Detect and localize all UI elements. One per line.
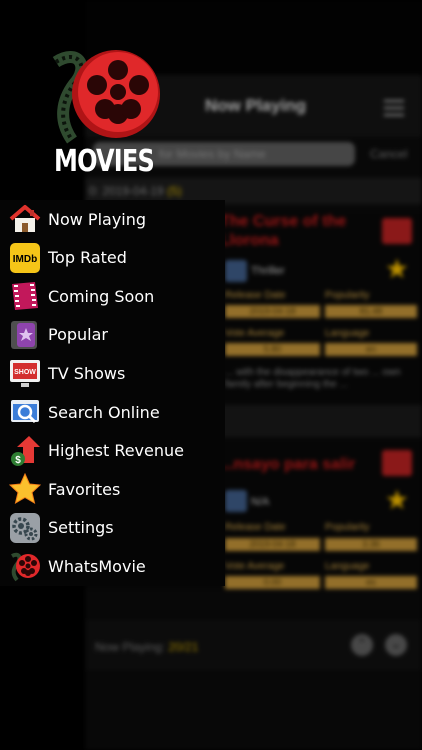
calendar-icon[interactable]: [382, 450, 412, 476]
menu-item-label: Top Rated: [48, 248, 127, 268]
cancel-button[interactable]: Cancel: [370, 147, 407, 161]
favorite-star-icon[interactable]: ★: [382, 256, 412, 284]
calendar-icon[interactable]: [382, 218, 412, 244]
whatsmovie-icon: [11, 553, 40, 582]
menu-item-label: Popular: [48, 325, 108, 345]
release-date-value: 2019-04-18: [225, 538, 320, 551]
genre-icon: [225, 260, 247, 282]
menu-item-label: TV Shows: [48, 363, 126, 383]
home-icon: [9, 205, 41, 232]
imdb-icon: IMDb: [10, 242, 40, 273]
menu-item-now-playing[interactable]: Now Playing: [0, 200, 225, 238]
movie-genre: N/A: [251, 496, 270, 508]
genre-icon: [225, 490, 247, 512]
movie-title: The Curse of the Llorona: [220, 213, 347, 249]
menu-item-label: Favorites: [48, 479, 121, 499]
language-value: en: [325, 343, 417, 356]
film-reel-logo: [52, 50, 160, 144]
drawer-menu: Now Playing IMDb Top Rated Coming Soon P…: [0, 200, 225, 586]
language-label: Language: [325, 328, 370, 339]
vote-average-label: Vote Average: [225, 561, 285, 572]
menu-item-whatsmovie[interactable]: WhatsMovie: [0, 547, 225, 585]
search-online-icon: [11, 400, 39, 424]
menu-item-search-online[interactable]: Search Online: [0, 393, 225, 431]
svg-text:IMDb: IMDb: [13, 254, 37, 265]
menu-item-highest-revenue[interactable]: $ Highest Revenue: [0, 432, 225, 470]
menu-item-label: Highest Revenue: [48, 441, 184, 461]
movie-genre: Thriller: [251, 265, 285, 277]
menu-item-settings[interactable]: Settings: [0, 509, 225, 547]
movie-description: ... with the disappearance of two ... ow…: [225, 367, 401, 390]
movie-title: ...nsayo para salir: [220, 456, 356, 473]
menu-item-label: WhatsMovie: [48, 556, 146, 576]
revenue-icon: $: [11, 435, 40, 466]
release-date-value: 2019-04-18: [225, 305, 320, 318]
popular-icon: [11, 320, 37, 349]
svg-text:SHOW: SHOW: [14, 369, 36, 376]
menu-item-favorites[interactable]: Favorites: [0, 470, 225, 508]
menu-item-popular[interactable]: Popular: [0, 316, 225, 354]
film-strip-icon: [12, 282, 38, 311]
vote-average-label: Vote Average: [225, 328, 285, 339]
language-label: Language: [325, 561, 370, 572]
popularity-label: Popularity: [325, 290, 370, 301]
popularity-label: Popularity: [325, 522, 370, 533]
menu-item-label: Now Playing: [48, 209, 147, 229]
menu-item-label: Search Online: [48, 402, 160, 422]
vote-average-value: 0.00: [225, 576, 320, 589]
scroll-down-button[interactable]: ⌄: [385, 634, 407, 656]
menu-item-coming-soon[interactable]: Coming Soon: [0, 277, 225, 315]
menu-item-top-rated[interactable]: IMDb Top Rated: [0, 239, 225, 277]
scroll-up-button[interactable]: ⌃: [351, 634, 373, 656]
vote-average-value: 5.80: [225, 343, 320, 356]
menu-item-label: Coming Soon: [48, 286, 155, 306]
favorite-star-icon[interactable]: ★: [382, 487, 412, 515]
star-icon: [9, 473, 41, 505]
popularity-value: 3.36: [325, 538, 417, 551]
release-date-label: Release Date: [225, 522, 286, 533]
menu-item-tv-shows[interactable]: SHOW TV Shows: [0, 354, 225, 392]
app-title: MOVIES: [53, 144, 155, 179]
release-date-label: Release Date: [225, 290, 286, 301]
language-value: es: [325, 576, 417, 589]
menu-item-label: Settings: [48, 518, 114, 538]
tv-show-icon: SHOW: [10, 360, 40, 388]
settings-icon: [10, 512, 40, 543]
svg-text:$: $: [15, 455, 21, 466]
hamburger-menu-icon[interactable]: [384, 100, 404, 116]
popularity-value: 81.48: [325, 305, 417, 318]
side-drawer: MOVIES Now Playing IMDb Top Rated Coming…: [0, 0, 226, 750]
